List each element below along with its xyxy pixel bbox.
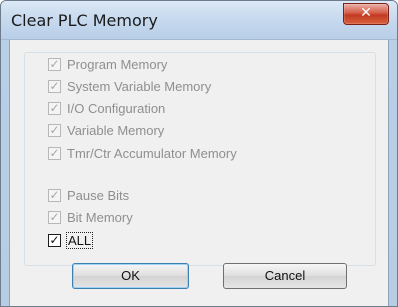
close-icon: ✕ bbox=[360, 5, 372, 21]
tmr-ctr-accumulator-memory-checkbox: ✓ bbox=[48, 145, 61, 160]
close-button[interactable]: ✕ bbox=[343, 3, 389, 25]
cancel-button[interactable]: Cancel bbox=[223, 263, 347, 289]
io-configuration-checkbox: ✓ bbox=[48, 100, 61, 115]
ok-button[interactable]: OK bbox=[72, 263, 189, 289]
option-label: Program Memory bbox=[67, 56, 168, 72]
program-memory-checkbox: ✓ bbox=[48, 56, 61, 71]
option-all[interactable]: ✓ ALL bbox=[48, 231, 94, 249]
option-label: I/O Configuration bbox=[67, 100, 166, 116]
bit-memory-checkbox: ✓ bbox=[48, 209, 61, 224]
option-system-variable-memory: ✓ System Variable Memory bbox=[48, 78, 211, 94]
option-pause-bits: ✓ Pause Bits bbox=[48, 187, 129, 203]
option-label: Bit Memory bbox=[67, 209, 133, 225]
option-label: Pause Bits bbox=[67, 187, 130, 203]
option-variable-memory: ✓ Variable Memory bbox=[48, 122, 164, 138]
option-label: ALL bbox=[65, 231, 94, 249]
option-label: System Variable Memory bbox=[67, 78, 212, 94]
clear-plc-memory-dialog: Clear PLC Memory ✕ ✓ Program Memory ✓ Sy… bbox=[0, 0, 398, 307]
variable-memory-checkbox: ✓ bbox=[48, 122, 61, 137]
pause-bits-checkbox: ✓ bbox=[48, 187, 61, 202]
dialog-title: Clear PLC Memory bbox=[11, 11, 158, 30]
option-label: Tmr/Ctr Accumulator Memory bbox=[67, 145, 237, 161]
all-checkbox[interactable]: ✓ bbox=[48, 233, 61, 247]
title-bar[interactable]: Clear PLC Memory ✕ bbox=[1, 1, 397, 40]
option-bit-memory: ✓ Bit Memory bbox=[48, 209, 133, 225]
option-tmr-ctr-accumulator-memory: ✓ Tmr/Ctr Accumulator Memory bbox=[48, 145, 237, 161]
option-io-configuration: ✓ I/O Configuration bbox=[48, 100, 165, 116]
system-variable-memory-checkbox: ✓ bbox=[48, 78, 61, 93]
option-label: Variable Memory bbox=[67, 122, 165, 138]
option-program-memory: ✓ Program Memory bbox=[48, 56, 167, 72]
